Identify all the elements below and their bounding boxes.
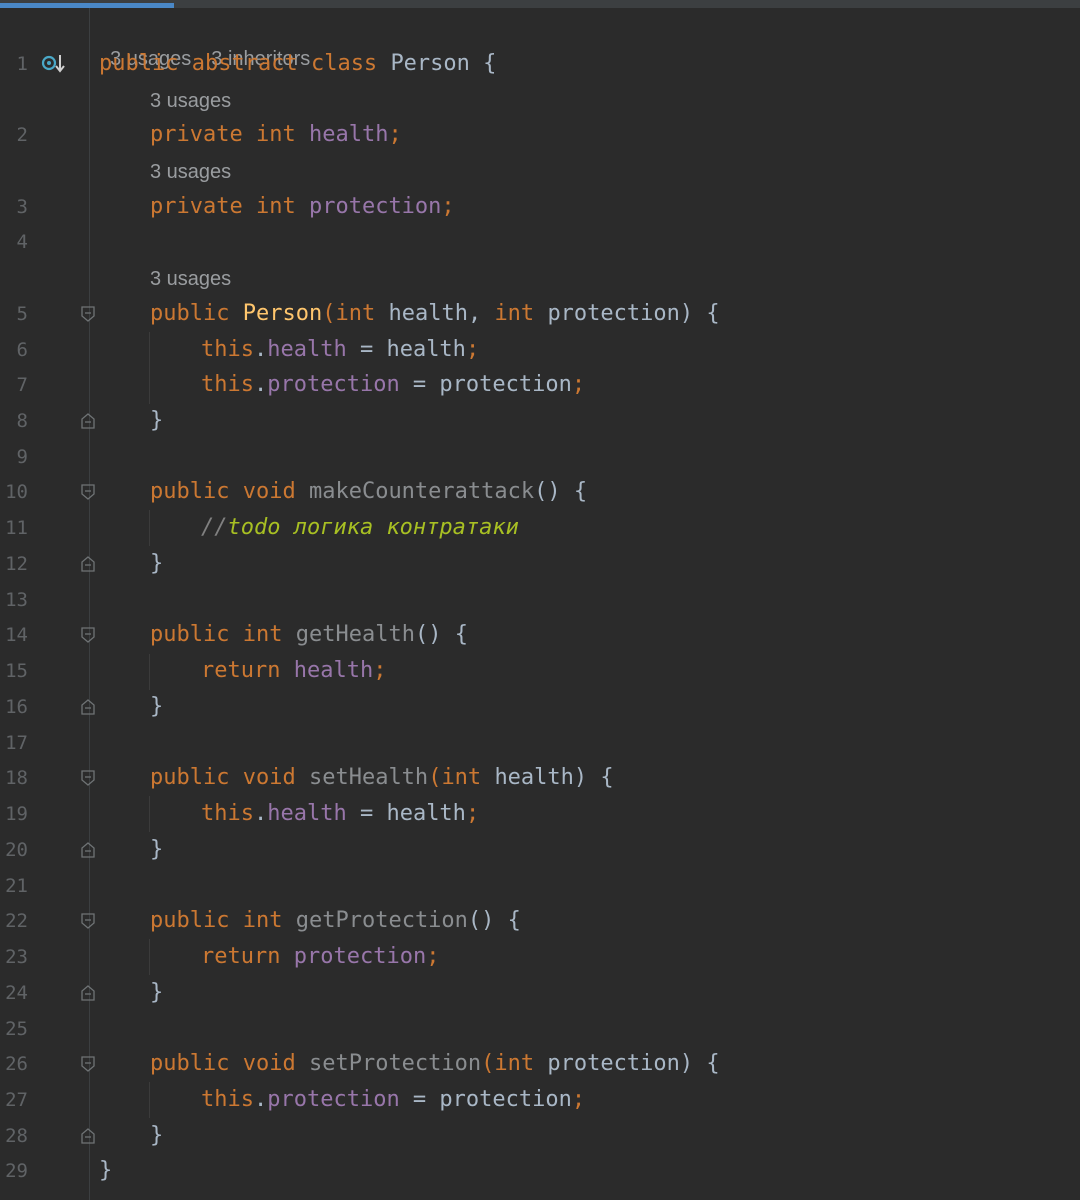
code-text[interactable]: private int protection; — [150, 189, 455, 225]
usages-hint[interactable]: 3 usages — [150, 86, 231, 116]
code-line[interactable]: 6 this.health = health; — [0, 332, 1080, 368]
code-line[interactable]: 25 — [0, 1011, 1080, 1047]
closing-brace[interactable]: } — [99, 1153, 112, 1189]
line-number: 22 — [5, 910, 28, 932]
usages-hint[interactable]: 3 usages — [150, 157, 231, 187]
line-number: 29 — [5, 1160, 28, 1182]
code-line[interactable]: 13 — [0, 582, 1080, 618]
line-number: 20 — [5, 839, 28, 861]
code-text[interactable]: private int health; — [150, 117, 402, 153]
code-line[interactable]: 4 — [0, 224, 1080, 260]
line-number: 1 — [16, 53, 28, 75]
line-number: 12 — [5, 553, 28, 575]
todo-comment[interactable]: //todo логика контратаки — [201, 510, 519, 546]
closing-brace[interactable]: } — [150, 1118, 163, 1154]
line-number: 18 — [5, 767, 28, 789]
code-line[interactable]: 19 this.health = health; — [0, 796, 1080, 832]
line-number: 3 — [16, 196, 28, 218]
line-number: 10 — [5, 481, 28, 503]
fold-end-icon[interactable] — [81, 556, 95, 572]
code-line[interactable]: 1 public abstract class Person { — [0, 46, 1080, 82]
code-line[interactable]: 14 public int getHealth() { — [0, 617, 1080, 653]
line-number: 24 — [5, 982, 28, 1004]
fold-start-icon[interactable] — [81, 306, 95, 322]
code-line[interactable]: 26 public void setProtection(int protect… — [0, 1046, 1080, 1082]
fold-end-icon[interactable] — [81, 985, 95, 1001]
code-text[interactable]: public abstract class Person { — [99, 46, 496, 82]
line-number: 2 — [16, 124, 28, 146]
code-line[interactable]: 22 public int getProtection() { — [0, 903, 1080, 939]
line-number: 19 — [5, 803, 28, 825]
line-number: 25 — [5, 1018, 28, 1040]
usages-hint[interactable]: 3 usages — [150, 264, 231, 294]
fold-start-icon[interactable] — [81, 627, 95, 643]
code-line[interactable]: 24 } — [0, 975, 1080, 1011]
line-number: 16 — [5, 696, 28, 718]
line-number: 7 — [16, 374, 28, 396]
line-number: 15 — [5, 660, 28, 682]
fold-end-icon[interactable] — [81, 842, 95, 858]
fold-end-icon[interactable] — [81, 413, 95, 429]
line-number: 8 — [16, 410, 28, 432]
code-line[interactable]: 2 private int health; — [0, 117, 1080, 153]
closing-brace[interactable]: } — [150, 403, 163, 439]
closing-brace[interactable]: } — [150, 689, 163, 725]
code-line[interactable]: 5 public Person(int health, int protecti… — [0, 296, 1080, 332]
code-text[interactable]: this.health = health; — [201, 332, 479, 368]
code-line[interactable]: 12 } — [0, 546, 1080, 582]
line-number: 26 — [5, 1053, 28, 1075]
line-number: 27 — [5, 1089, 28, 1111]
fold-end-icon[interactable] — [81, 1128, 95, 1144]
code-line[interactable]: 9 — [0, 439, 1080, 475]
fold-start-icon[interactable] — [81, 913, 95, 929]
code-text[interactable]: public int getProtection() { — [150, 903, 521, 939]
code-text[interactable]: this.health = health; — [201, 796, 479, 832]
line-number: 23 — [5, 946, 28, 968]
code-text[interactable]: public Person(int health, int protection… — [150, 296, 720, 332]
closing-brace[interactable]: } — [150, 975, 163, 1011]
code-line[interactable]: 17 — [0, 725, 1080, 761]
line-number: 14 — [5, 624, 28, 646]
code-text[interactable]: public int getHealth() { — [150, 617, 468, 653]
code-line[interactable]: 27 this.protection = protection; — [0, 1082, 1080, 1118]
line-number: 28 — [5, 1125, 28, 1147]
code-line[interactable]: 7 this.protection = protection; — [0, 367, 1080, 403]
code-line[interactable]: 10 public void makeCounterattack() { — [0, 474, 1080, 510]
editor-tab-bar — [0, 0, 1080, 8]
line-number: 17 — [5, 732, 28, 754]
code-line[interactable]: 23 return protection; — [0, 939, 1080, 975]
code-line[interactable]: 21 — [0, 868, 1080, 904]
code-line[interactable]: 15 return health; — [0, 653, 1080, 689]
line-number: 11 — [5, 517, 28, 539]
code-text[interactable]: public void setProtection(int protection… — [150, 1046, 720, 1082]
code-line[interactable]: 18 public void setHealth(int health) { — [0, 760, 1080, 796]
fold-start-icon[interactable] — [81, 770, 95, 786]
code-text[interactable]: return health; — [201, 653, 386, 689]
fold-end-icon[interactable] — [81, 699, 95, 715]
code-line[interactable]: 3 private int protection; — [0, 189, 1080, 225]
fold-start-icon[interactable] — [81, 1056, 95, 1072]
code-line[interactable]: 29 } — [0, 1153, 1080, 1189]
code-text[interactable]: public void makeCounterattack() { — [150, 474, 587, 510]
closing-brace[interactable]: } — [150, 832, 163, 868]
code-text[interactable]: this.protection = protection; — [201, 367, 585, 403]
code-line[interactable]: 20 } — [0, 832, 1080, 868]
code-line[interactable]: 16 } — [0, 689, 1080, 725]
code-line[interactable]: 28 } — [0, 1118, 1080, 1154]
line-number: 5 — [16, 303, 28, 325]
line-number: 9 — [16, 446, 28, 468]
line-number: 13 — [5, 589, 28, 611]
closing-brace[interactable]: } — [150, 546, 163, 582]
fold-start-icon[interactable] — [81, 484, 95, 500]
line-number: 21 — [5, 875, 28, 897]
code-line[interactable]: 11 //todo логика контратаки — [0, 510, 1080, 546]
code-line[interactable]: 8 } — [0, 403, 1080, 439]
code-text[interactable]: this.protection = protection; — [201, 1082, 585, 1118]
line-number: 6 — [16, 339, 28, 361]
code-text[interactable]: public void setHealth(int health) { — [150, 760, 614, 796]
code-text[interactable]: return protection; — [201, 939, 439, 975]
line-number: 4 — [16, 231, 28, 253]
